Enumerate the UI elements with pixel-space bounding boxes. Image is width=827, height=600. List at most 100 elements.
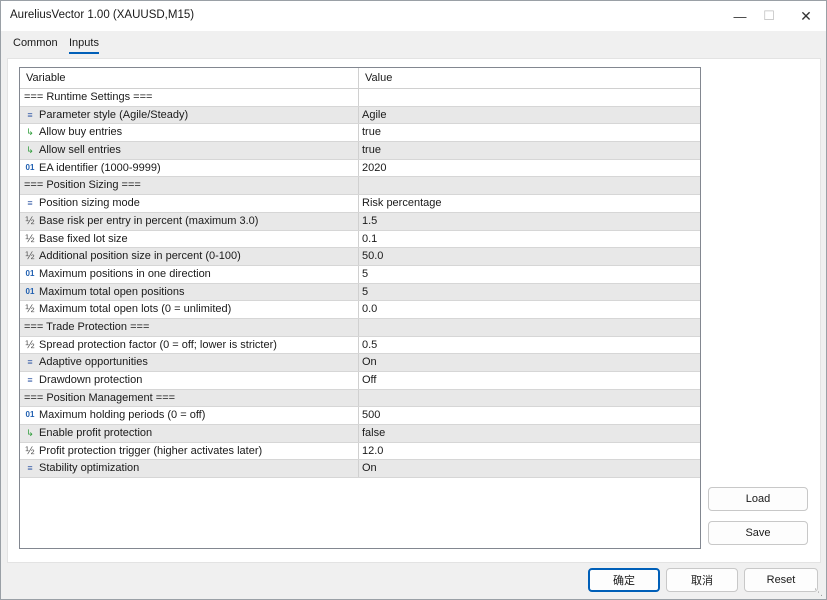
- tab-inputs[interactable]: Inputs: [69, 37, 99, 54]
- reset-button[interactable]: Reset: [744, 568, 818, 592]
- variable-name: Stability optimization: [39, 462, 140, 475]
- variable-name: Maximum total open positions: [39, 285, 185, 298]
- parameter-row[interactable]: ↳ Allow sell entries true: [20, 142, 700, 160]
- double-icon: ½: [25, 444, 35, 457]
- double-icon: ½: [25, 250, 35, 263]
- parameter-row[interactable]: ½ Base fixed lot size 0.1: [20, 230, 700, 249]
- variable-cell: === Position Sizing ===: [24, 179, 141, 191]
- value-cell[interactable]: true: [362, 144, 381, 156]
- variable-cell: ↳ Allow buy entries: [24, 126, 122, 138]
- list-icon: ≡: [27, 357, 33, 368]
- variable-name: Enable profit protection: [39, 427, 153, 440]
- maximize-icon[interactable]: ☐: [752, 1, 786, 31]
- ok-button[interactable]: 确定: [588, 568, 660, 592]
- parameter-row[interactable]: ≡ Parameter style (Agile/Steady) Agile: [20, 106, 700, 125]
- value-cell[interactable]: 1.5: [362, 215, 377, 227]
- variable-name: Adaptive opportunities: [39, 356, 148, 369]
- column-header-variable[interactable]: Variable: [26, 72, 66, 84]
- cell-divider: [358, 159, 359, 177]
- parameter-row[interactable]: 01 Maximum total open positions 5: [20, 283, 700, 302]
- load-button[interactable]: Load: [708, 487, 808, 511]
- value-cell[interactable]: Risk percentage: [362, 197, 442, 209]
- variable-name: Parameter style (Agile/Steady): [39, 108, 189, 121]
- value-cell[interactable]: 5: [362, 286, 368, 298]
- section-header-row[interactable]: === Position Sizing ===: [20, 177, 700, 196]
- parameter-row[interactable]: ½ Additional position size in percent (0-…: [20, 248, 700, 266]
- cell-divider: [358, 106, 359, 124]
- parameter-row[interactable]: ↳ Allow buy entries true: [20, 124, 700, 143]
- value-cell[interactable]: 5: [362, 268, 368, 280]
- cell-divider: [358, 318, 359, 336]
- value-cell[interactable]: 0.0: [362, 303, 377, 315]
- parameter-row[interactable]: 01 Maximum holding periods (0 = off) 500: [20, 407, 700, 426]
- section-header-row[interactable]: === Position Management ===: [20, 389, 700, 408]
- cell-divider: [358, 177, 359, 195]
- cancel-button[interactable]: 取消: [666, 568, 738, 592]
- parameter-row[interactable]: ½ Base risk per entry in percent (maximum…: [20, 212, 700, 231]
- cell-divider: [358, 212, 359, 230]
- list-icon: ≡: [27, 198, 33, 209]
- value-cell[interactable]: 50.0: [362, 250, 383, 262]
- int-icon: 01: [25, 268, 35, 278]
- value-cell[interactable]: Off: [362, 374, 376, 386]
- cell-divider: [358, 195, 359, 212]
- cell-divider: [358, 142, 359, 159]
- parameter-row[interactable]: ½ Maximum total open lots (0 = unlimited)…: [20, 301, 700, 319]
- parameter-row[interactable]: ↳ Enable profit protection false: [20, 425, 700, 443]
- variable-name: === Trade Protection ===: [24, 320, 150, 333]
- list-icon: ≡: [27, 463, 33, 474]
- parameter-row[interactable]: ≡ Position sizing mode Risk percentage: [20, 195, 700, 213]
- tab-common[interactable]: Common: [13, 37, 58, 52]
- variable-cell: 01 EA identifier (1000-9999): [24, 162, 161, 174]
- int-icon: 01: [25, 410, 35, 420]
- cell-divider: [358, 336, 359, 354]
- section-header-row[interactable]: === Trade Protection ===: [20, 318, 700, 337]
- parameter-row[interactable]: ½ Profit protection trigger (higher activ…: [20, 442, 700, 461]
- value-cell[interactable]: 0.1: [362, 233, 377, 245]
- variable-cell: 01 Maximum total open positions: [24, 286, 185, 298]
- parameter-row[interactable]: ≡ Stability optimization On: [20, 460, 700, 479]
- inputs-grid: Variable Value === Runtime Settings === ≡…: [19, 67, 701, 549]
- double-icon: ½: [25, 232, 35, 245]
- int-icon: 01: [25, 162, 35, 172]
- value-cell[interactable]: On: [362, 356, 377, 368]
- close-icon[interactable]: ✕: [789, 1, 823, 31]
- value-cell[interactable]: 0.5: [362, 339, 377, 351]
- parameter-row[interactable]: 01 EA identifier (1000-9999) 2020: [20, 159, 700, 178]
- column-header-value[interactable]: Value: [365, 72, 392, 84]
- variable-name: === Position Management ===: [24, 391, 176, 404]
- parameter-row[interactable]: ½ Spread protection factor (0 = off; lowe…: [20, 336, 700, 355]
- value-cell[interactable]: true: [362, 126, 381, 138]
- column-divider[interactable]: [358, 68, 359, 88]
- value-cell[interactable]: Agile: [362, 109, 386, 121]
- cell-divider: [358, 265, 359, 283]
- value-cell[interactable]: 2020: [362, 162, 386, 174]
- variable-name: Maximum holding periods (0 = off): [39, 409, 206, 422]
- list-icon: ≡: [27, 375, 33, 385]
- cell-divider: [358, 354, 359, 371]
- variable-name: Drawdown protection: [39, 374, 143, 386]
- int-icon: 01: [25, 286, 35, 296]
- variable-name: === Position Sizing ===: [24, 179, 141, 192]
- cell-divider: [358, 89, 359, 106]
- variable-cell: ½ Spread protection factor (0 = off; lowe…: [24, 339, 277, 351]
- variable-cell: === Runtime Settings ===: [24, 91, 152, 103]
- variable-name: EA identifier (1000-9999): [39, 161, 161, 174]
- cell-divider: [358, 407, 359, 425]
- variable-name: Allow sell entries: [39, 144, 121, 157]
- parameter-row[interactable]: ≡ Adaptive opportunities On: [20, 354, 700, 372]
- parameter-row[interactable]: 01 Maximum positions in one direction 5: [20, 265, 700, 284]
- value-cell[interactable]: 500: [362, 409, 380, 421]
- parameter-row[interactable]: ≡ Drawdown protection Off: [20, 372, 700, 390]
- save-button[interactable]: Save: [708, 521, 808, 545]
- variable-name: Base fixed lot size: [39, 232, 128, 245]
- value-cell[interactable]: On: [362, 462, 377, 474]
- title-bar: AureliusVector 1.00 (XAUUSD,M15) — ☐ ✕: [1, 1, 826, 31]
- value-cell[interactable]: false: [362, 427, 385, 439]
- cell-divider: [358, 389, 359, 407]
- variable-cell: ≡ Stability optimization: [24, 462, 139, 474]
- variable-name: Base risk per entry in percent (maximum …: [39, 214, 259, 227]
- value-cell[interactable]: 12.0: [362, 445, 383, 457]
- section-header-row[interactable]: === Runtime Settings ===: [20, 89, 700, 107]
- resize-grip-icon[interactable]: ⋱: [814, 587, 824, 597]
